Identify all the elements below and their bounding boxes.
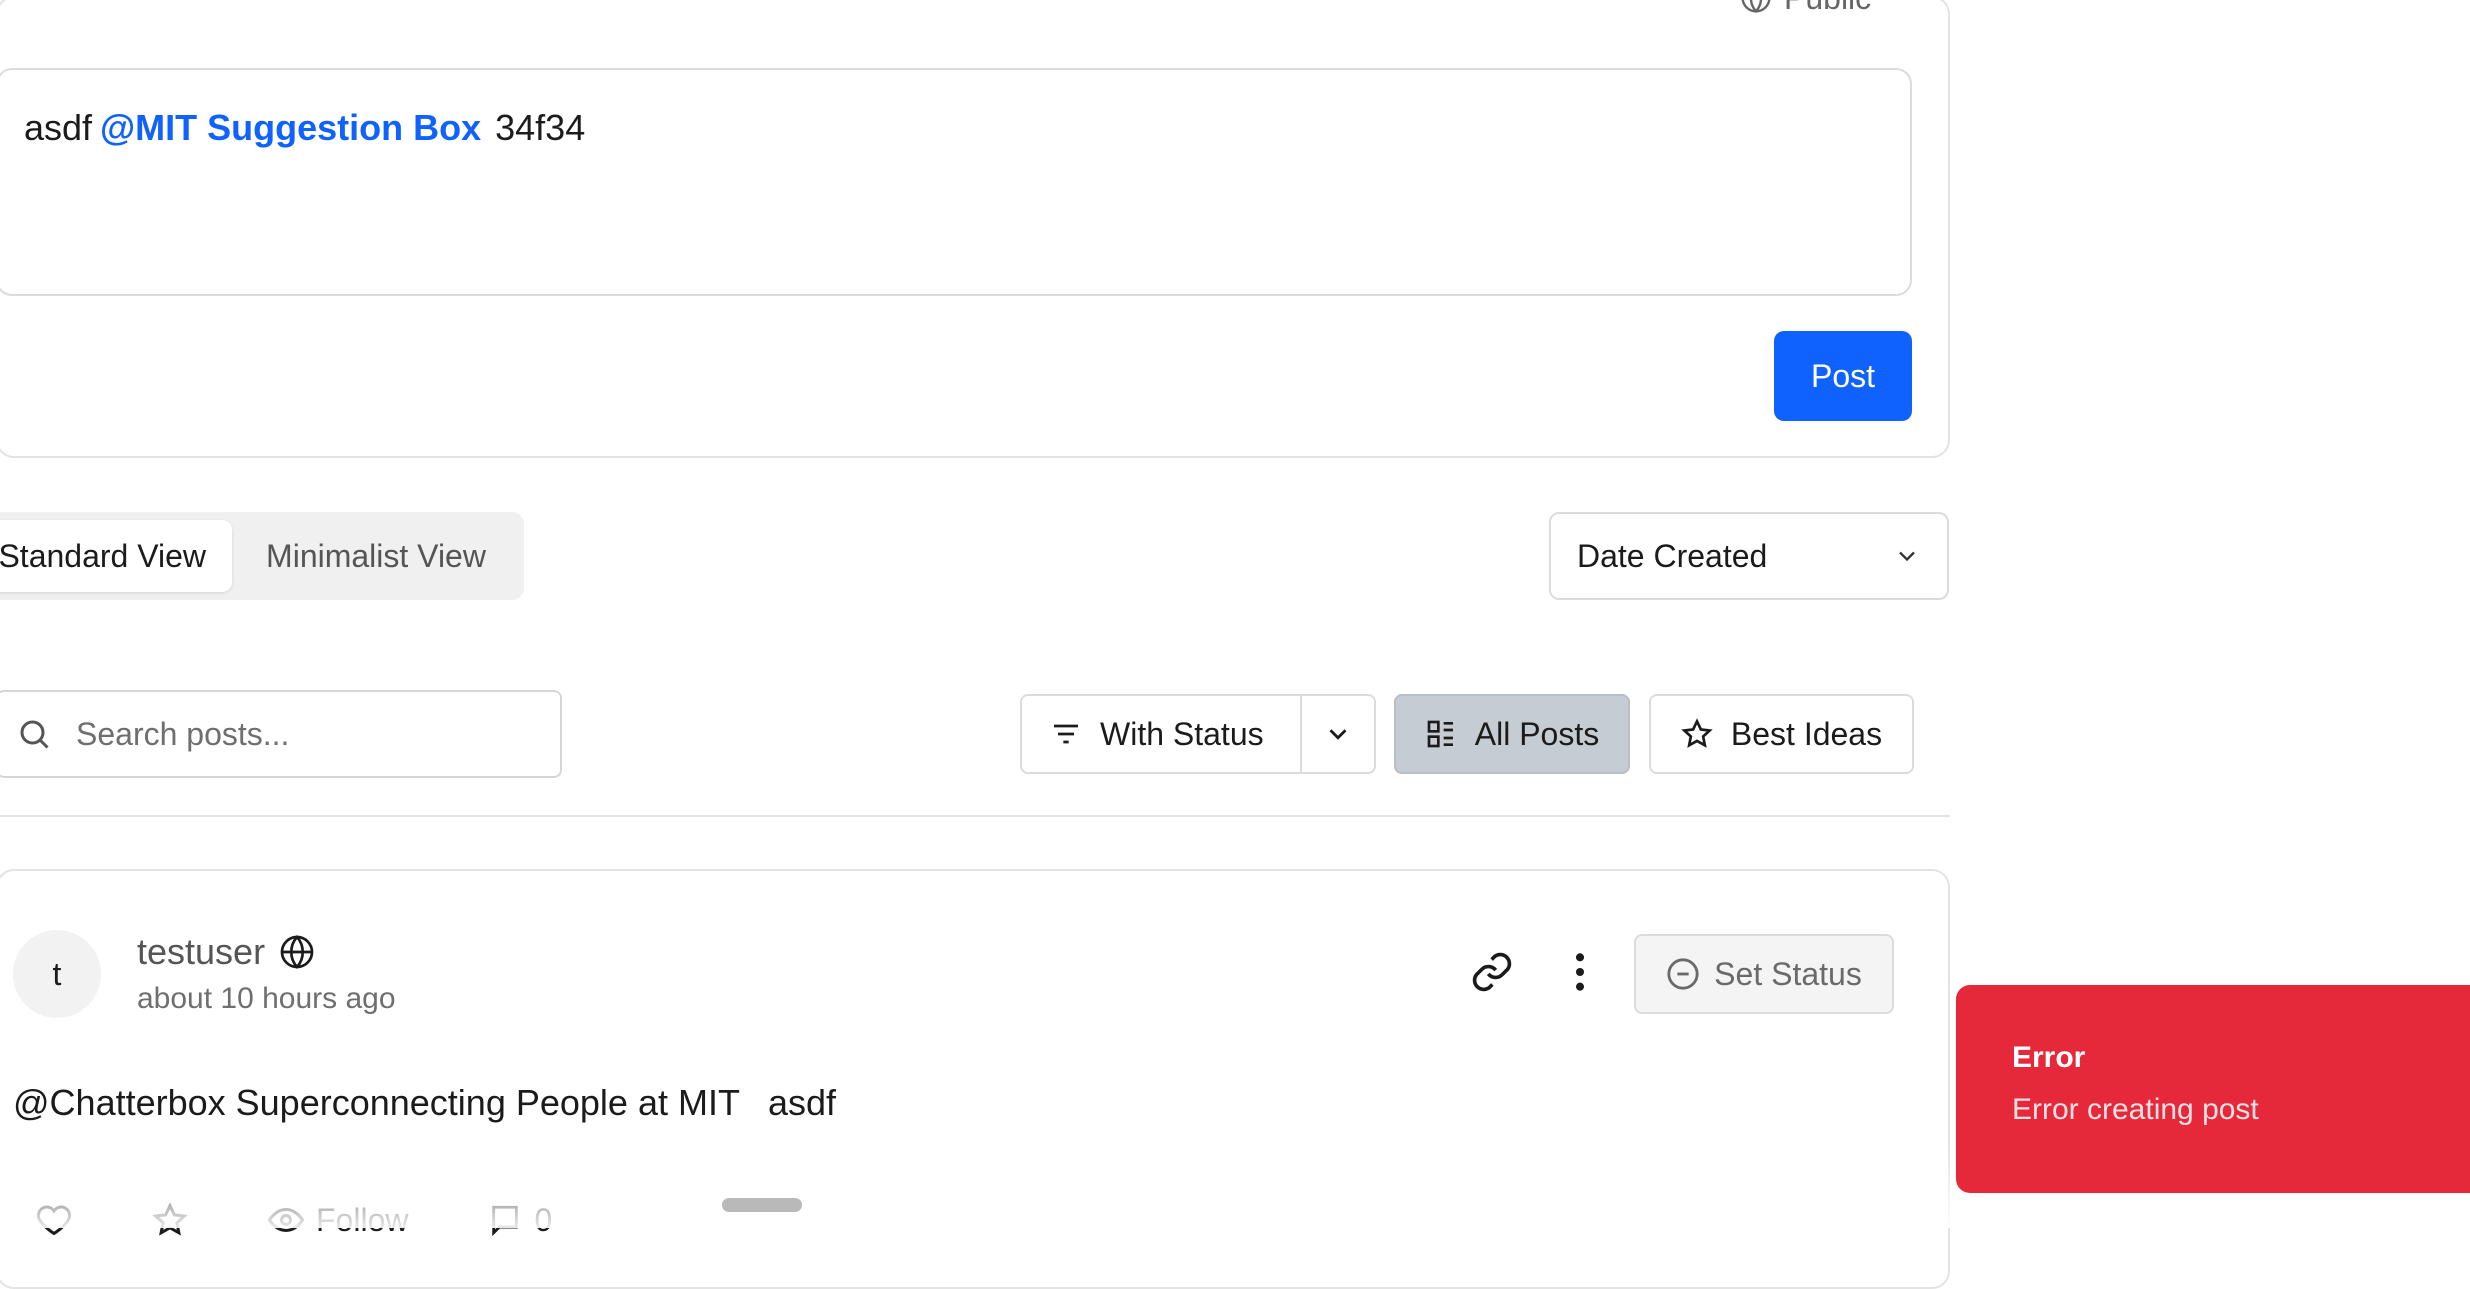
best-ideas-label: Best Ideas: [1730, 715, 1883, 752]
eye-icon: [268, 1207, 304, 1233]
minus-circle-icon: [1667, 958, 1699, 990]
with-status-label: With Status: [1100, 715, 1264, 752]
editor-mention[interactable]: @MIT Suggestion Box: [100, 107, 481, 148]
with-status-button[interactable]: With Status: [1022, 696, 1300, 772]
sort-selected-label: Date Created: [1577, 537, 1768, 574]
post-actions: Follow 0: [36, 1200, 632, 1240]
like-button[interactable]: [36, 1202, 72, 1238]
standard-view-tab[interactable]: Standard View: [0, 520, 232, 592]
set-status-button[interactable]: Set Status: [1634, 934, 1894, 1014]
error-toast[interactable]: Error Error creating post: [1956, 985, 2470, 1193]
search-box: [0, 690, 562, 778]
star-icon: [1681, 718, 1713, 748]
set-status-label: Set Status: [1714, 955, 1862, 992]
follow-label: Follow: [316, 1201, 409, 1238]
link-icon[interactable]: [1470, 950, 1514, 994]
all-posts-label: All Posts: [1474, 715, 1600, 752]
comment-count: 0: [534, 1201, 553, 1238]
heart-icon: [36, 1205, 72, 1236]
post-body: @Chatterbox Superconnecting People at MI…: [13, 1082, 836, 1124]
minimalist-view-tab[interactable]: Minimalist View: [240, 520, 512, 592]
comment-icon: [492, 1205, 519, 1237]
chevron-down-icon: [1899, 551, 1915, 562]
search-icon: [20, 720, 49, 749]
post-editor[interactable]: asdf @MIT Suggestion Box 34f34: [0, 68, 1912, 296]
visibility-label: Public: [1784, 0, 1871, 17]
post-body-mention[interactable]: @Chatterbox Superconnecting People at MI…: [13, 1082, 740, 1123]
editor-text-after: 34f34: [495, 107, 586, 148]
avatar[interactable]: t: [13, 930, 101, 1018]
follow-button[interactable]: Follow: [268, 1202, 408, 1239]
more-options-icon[interactable]: [1566, 950, 1594, 994]
post-author: testuser: [137, 930, 315, 974]
filter-icon: [1054, 724, 1078, 744]
best-ideas-button[interactable]: Best Ideas: [1649, 694, 1914, 774]
globe-icon: [1741, 0, 1771, 14]
all-posts-button[interactable]: All Posts: [1394, 694, 1630, 774]
comment-button[interactable]: 0: [488, 1202, 552, 1239]
post-button[interactable]: Post: [1774, 331, 1912, 421]
visibility-selector[interactable]: Public: [1740, 0, 1871, 16]
search-input[interactable]: [74, 714, 518, 754]
chevron-down-icon: [1329, 729, 1347, 740]
post-body-text: asdf: [767, 1082, 836, 1123]
star-icon: [152, 1202, 188, 1236]
sort-select[interactable]: Date Created: [1549, 512, 1949, 600]
author-name[interactable]: testuser: [137, 931, 265, 973]
toast-title: Error: [2012, 1041, 2086, 1074]
drag-handle[interactable]: [722, 1198, 802, 1212]
status-dropdown-button[interactable]: [1302, 696, 1374, 772]
post-timestamp: about 10 hours ago: [137, 982, 396, 1015]
globe-icon: [280, 934, 314, 970]
star-button[interactable]: [152, 1202, 188, 1238]
toast-message: Error creating post: [2012, 1093, 2259, 1126]
divider: [0, 815, 1950, 817]
editor-text-before: asdf: [24, 107, 93, 148]
list-icon: [1427, 720, 1453, 748]
